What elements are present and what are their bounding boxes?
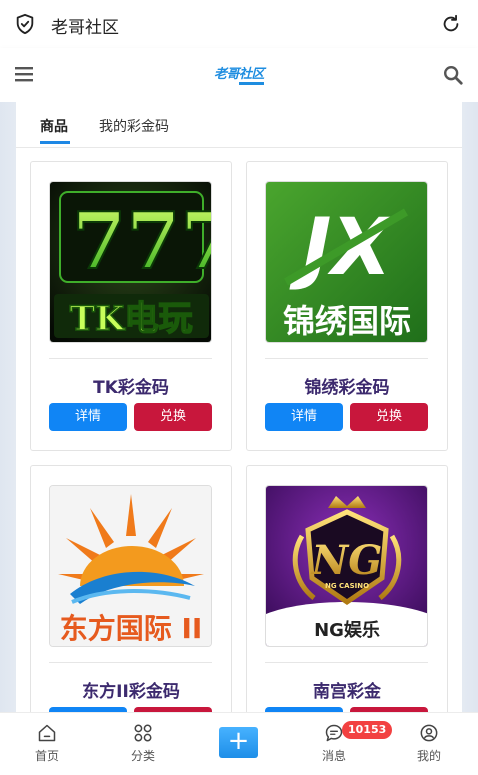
window-title: 老哥社区	[51, 18, 119, 38]
product-name: TK彩金码	[93, 378, 169, 398]
tab-products[interactable]: 商品	[40, 116, 68, 136]
detail-button[interactable]: 详情	[265, 403, 343, 431]
product-card[interactable]: 777 TK电玩 TK彩金码 详情 兑换	[30, 161, 232, 451]
image-subtext: NG CASINO	[325, 582, 369, 590]
svg-text:777: 777	[72, 196, 212, 287]
product-name: 南宫彩金	[313, 682, 381, 702]
redeem-button[interactable]: 兑换	[350, 403, 428, 431]
divider	[265, 358, 428, 359]
tab-my-codes[interactable]: 我的彩金码	[99, 116, 169, 136]
nav-category-label: 分类	[130, 749, 155, 763]
grid-icon	[134, 724, 152, 742]
divider	[49, 662, 212, 663]
search-icon[interactable]	[442, 64, 464, 86]
bottom-nav: 首页 分类 + 消息 10153 我的	[0, 712, 478, 775]
product-image: 777 TK电玩	[49, 181, 212, 343]
nav-messages-label: 消息	[321, 749, 346, 763]
image-caption: 锦绣国际	[283, 302, 411, 340]
logo-text-a: 老哥	[213, 67, 240, 82]
logo-text-b: 社区	[239, 67, 265, 85]
product-image: NG NG CASINO NG娱乐	[265, 485, 428, 647]
message-icon	[325, 724, 343, 742]
user-icon	[420, 724, 438, 742]
title-bar: 老哥社区	[0, 0, 478, 48]
shield-check-icon	[16, 13, 34, 35]
nav-home-label: 首页	[34, 749, 59, 763]
message-count-badge: 10153	[342, 721, 393, 739]
nav-category[interactable]: 分类	[113, 713, 173, 775]
product-name: 锦绣彩金码	[304, 378, 390, 398]
product-image: JX 锦绣国际	[265, 181, 428, 343]
tab-bar: 商品 我的彩金码	[16, 102, 462, 148]
menu-icon[interactable]	[13, 64, 35, 84]
product-card[interactable]: JX 锦绣国际 锦绣彩金码 详情 兑换	[246, 161, 448, 451]
image-logo: NG	[310, 537, 383, 584]
nav-mine-label: 我的	[416, 749, 441, 763]
image-caption: TK电玩	[70, 299, 193, 339]
redeem-button[interactable]: 兑换	[134, 403, 212, 431]
image-caption: NG娱乐	[314, 619, 380, 641]
nav-mine[interactable]: 我的	[399, 713, 459, 775]
home-icon	[38, 724, 56, 742]
reload-icon[interactable]	[440, 13, 462, 35]
site-logo[interactable]: 老哥社区	[206, 65, 272, 85]
product-image: 东方国际 II	[49, 485, 212, 647]
divider	[265, 662, 428, 663]
detail-button[interactable]: 详情	[49, 403, 127, 431]
active-tab-indicator	[40, 141, 70, 144]
add-button[interactable]: +	[219, 727, 258, 758]
image-caption: 东方国际 II	[60, 612, 203, 645]
divider	[49, 358, 212, 359]
nav-home[interactable]: 首页	[17, 713, 77, 775]
nav-header: 老哥社区	[0, 48, 478, 102]
product-name: 东方II彩金码	[82, 682, 180, 702]
